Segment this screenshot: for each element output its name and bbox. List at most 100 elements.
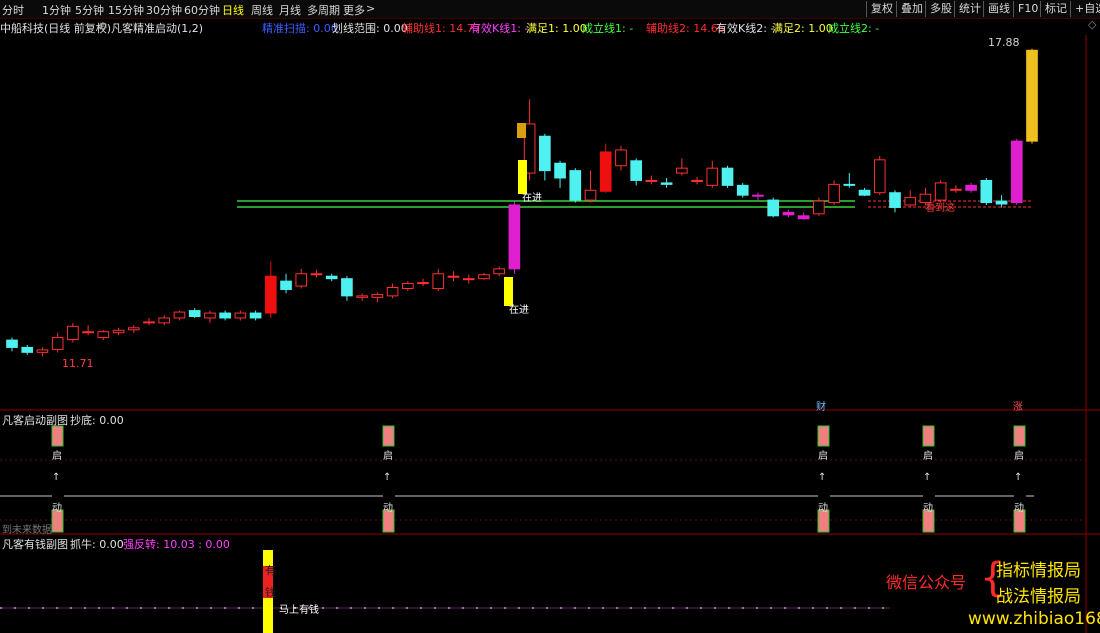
candle-body[interactable]: [599, 151, 612, 192]
candle-body[interactable]: [508, 204, 521, 270]
price-low-label: 11.71: [62, 357, 94, 370]
candle-body[interactable]: [676, 167, 688, 174]
candle-body[interactable]: [386, 287, 399, 297]
candle-body[interactable]: [554, 162, 566, 179]
stock-chart-window: { "toolbar": { "stock_name": "中船科技(日线 前复…: [0, 0, 1100, 633]
candle-body[interactable]: [630, 160, 643, 181]
candle-body[interactable]: [797, 215, 810, 220]
candle-body[interactable]: [310, 273, 323, 276]
candle-body[interactable]: [721, 167, 734, 186]
up-arrow-icon: ↑: [923, 472, 932, 483]
up-arrow-icon: ↑: [383, 472, 392, 483]
candle-body[interactable]: [249, 312, 262, 319]
qi-label: 启: [383, 451, 393, 462]
candle-body[interactable]: [965, 184, 977, 191]
candle-body[interactable]: [645, 179, 658, 182]
candle-body[interactable]: [828, 183, 840, 204]
candle-body[interactable]: [295, 273, 308, 287]
candle-body[interactable]: [660, 182, 673, 185]
up-arrow-icon: ↑: [818, 472, 827, 483]
dong-label: 动: [923, 503, 933, 514]
qi-label: 启: [923, 451, 933, 462]
candle-body[interactable]: [112, 329, 125, 334]
up-arrow-icon: ↑: [1014, 472, 1023, 483]
candle-body[interactable]: [280, 280, 292, 290]
qi-signal-marker: [817, 425, 830, 447]
sub2-title[interactable]: 凡客有钱副图: [2, 536, 68, 552]
candle-body[interactable]: [36, 349, 49, 353]
candle-body[interactable]: [873, 159, 886, 194]
qi-signal-marker: [1013, 425, 1026, 447]
candle-body[interactable]: [325, 275, 338, 280]
candle-body[interactable]: [858, 189, 871, 196]
candle-body[interactable]: [188, 310, 201, 317]
candle-body[interactable]: [980, 179, 993, 204]
candle-body[interactable]: [584, 189, 597, 201]
sub2-value-1: 抓牛: 0.00: [70, 538, 124, 551]
candle-body[interactable]: [615, 149, 627, 167]
sub1-group: [0, 425, 1034, 533]
enter-label-1: 在进: [522, 193, 542, 204]
candle-body[interactable]: [341, 278, 353, 297]
candle-body[interactable]: [1026, 49, 1038, 142]
sub2-you-label: 有: [265, 564, 276, 577]
candle-body[interactable]: [356, 295, 368, 298]
candle-body[interactable]: [782, 211, 795, 216]
candle-body[interactable]: [204, 312, 216, 319]
candle-body[interactable]: [539, 135, 551, 172]
candle-body[interactable]: [950, 188, 962, 191]
candle-body[interactable]: [904, 197, 917, 206]
candle-body[interactable]: [6, 339, 18, 348]
candle-body[interactable]: [127, 327, 140, 331]
candle-body[interactable]: [813, 200, 825, 215]
candle-body[interactable]: [219, 312, 231, 319]
sub1-left-note: 到未来数据: [2, 525, 52, 536]
sub1-value: 抄底: 0.00: [70, 414, 124, 427]
candle-body[interactable]: [995, 200, 1008, 205]
qi-signal-marker: [51, 425, 64, 447]
candle-body[interactable]: [569, 170, 582, 201]
candle-body[interactable]: [478, 274, 490, 280]
sub2-qian-label: 钱: [265, 586, 276, 599]
candle-body[interactable]: [371, 293, 384, 298]
dong-label: 动: [1014, 503, 1024, 514]
candle-body[interactable]: [752, 194, 764, 197]
up-arrow-icon: ↑: [52, 472, 61, 483]
sub1-title[interactable]: 凡客启动副图: [2, 412, 68, 428]
watermark-url: www.zhibiao168.com: [968, 609, 1100, 629]
finance-badge[interactable]: 财: [816, 398, 826, 413]
gold-signal-bar: [517, 123, 526, 138]
qi-label: 启: [1014, 451, 1024, 462]
candle-body[interactable]: [736, 184, 749, 196]
candle-body[interactable]: [67, 325, 79, 341]
candle-body[interactable]: [264, 275, 277, 314]
watermark-line-2: 指标情报局: [996, 561, 1081, 581]
price-high-label: 17.88: [988, 36, 1020, 49]
qi-label: 启: [818, 451, 828, 462]
candle-body[interactable]: [21, 346, 34, 353]
candle-body[interactable]: [934, 182, 947, 201]
candle-body[interactable]: [234, 312, 247, 319]
candle-body[interactable]: [97, 331, 110, 339]
candle-body[interactable]: [462, 278, 475, 281]
candle-body[interactable]: [417, 282, 429, 285]
candle-body[interactable]: [1010, 140, 1023, 204]
candle-body[interactable]: [432, 273, 445, 290]
candle-body[interactable]: [493, 268, 505, 275]
qi-signal-marker: [922, 425, 935, 447]
candle-body[interactable]: [51, 337, 64, 350]
candle-body[interactable]: [158, 317, 171, 324]
rise-badge[interactable]: 涨: [1013, 398, 1023, 413]
candle-body[interactable]: [767, 199, 780, 217]
candle-body[interactable]: [447, 275, 460, 278]
candle-body[interactable]: [889, 192, 901, 208]
dong-label: 动: [383, 503, 393, 514]
candle-body[interactable]: [401, 283, 414, 289]
dong-label: 动: [52, 503, 62, 514]
candle-body[interactable]: [82, 331, 94, 334]
candle-body[interactable]: [143, 321, 155, 324]
candle-body[interactable]: [843, 183, 856, 186]
candle-body[interactable]: [691, 179, 703, 182]
candle-body[interactable]: [706, 167, 719, 186]
candle-body[interactable]: [173, 311, 186, 319]
